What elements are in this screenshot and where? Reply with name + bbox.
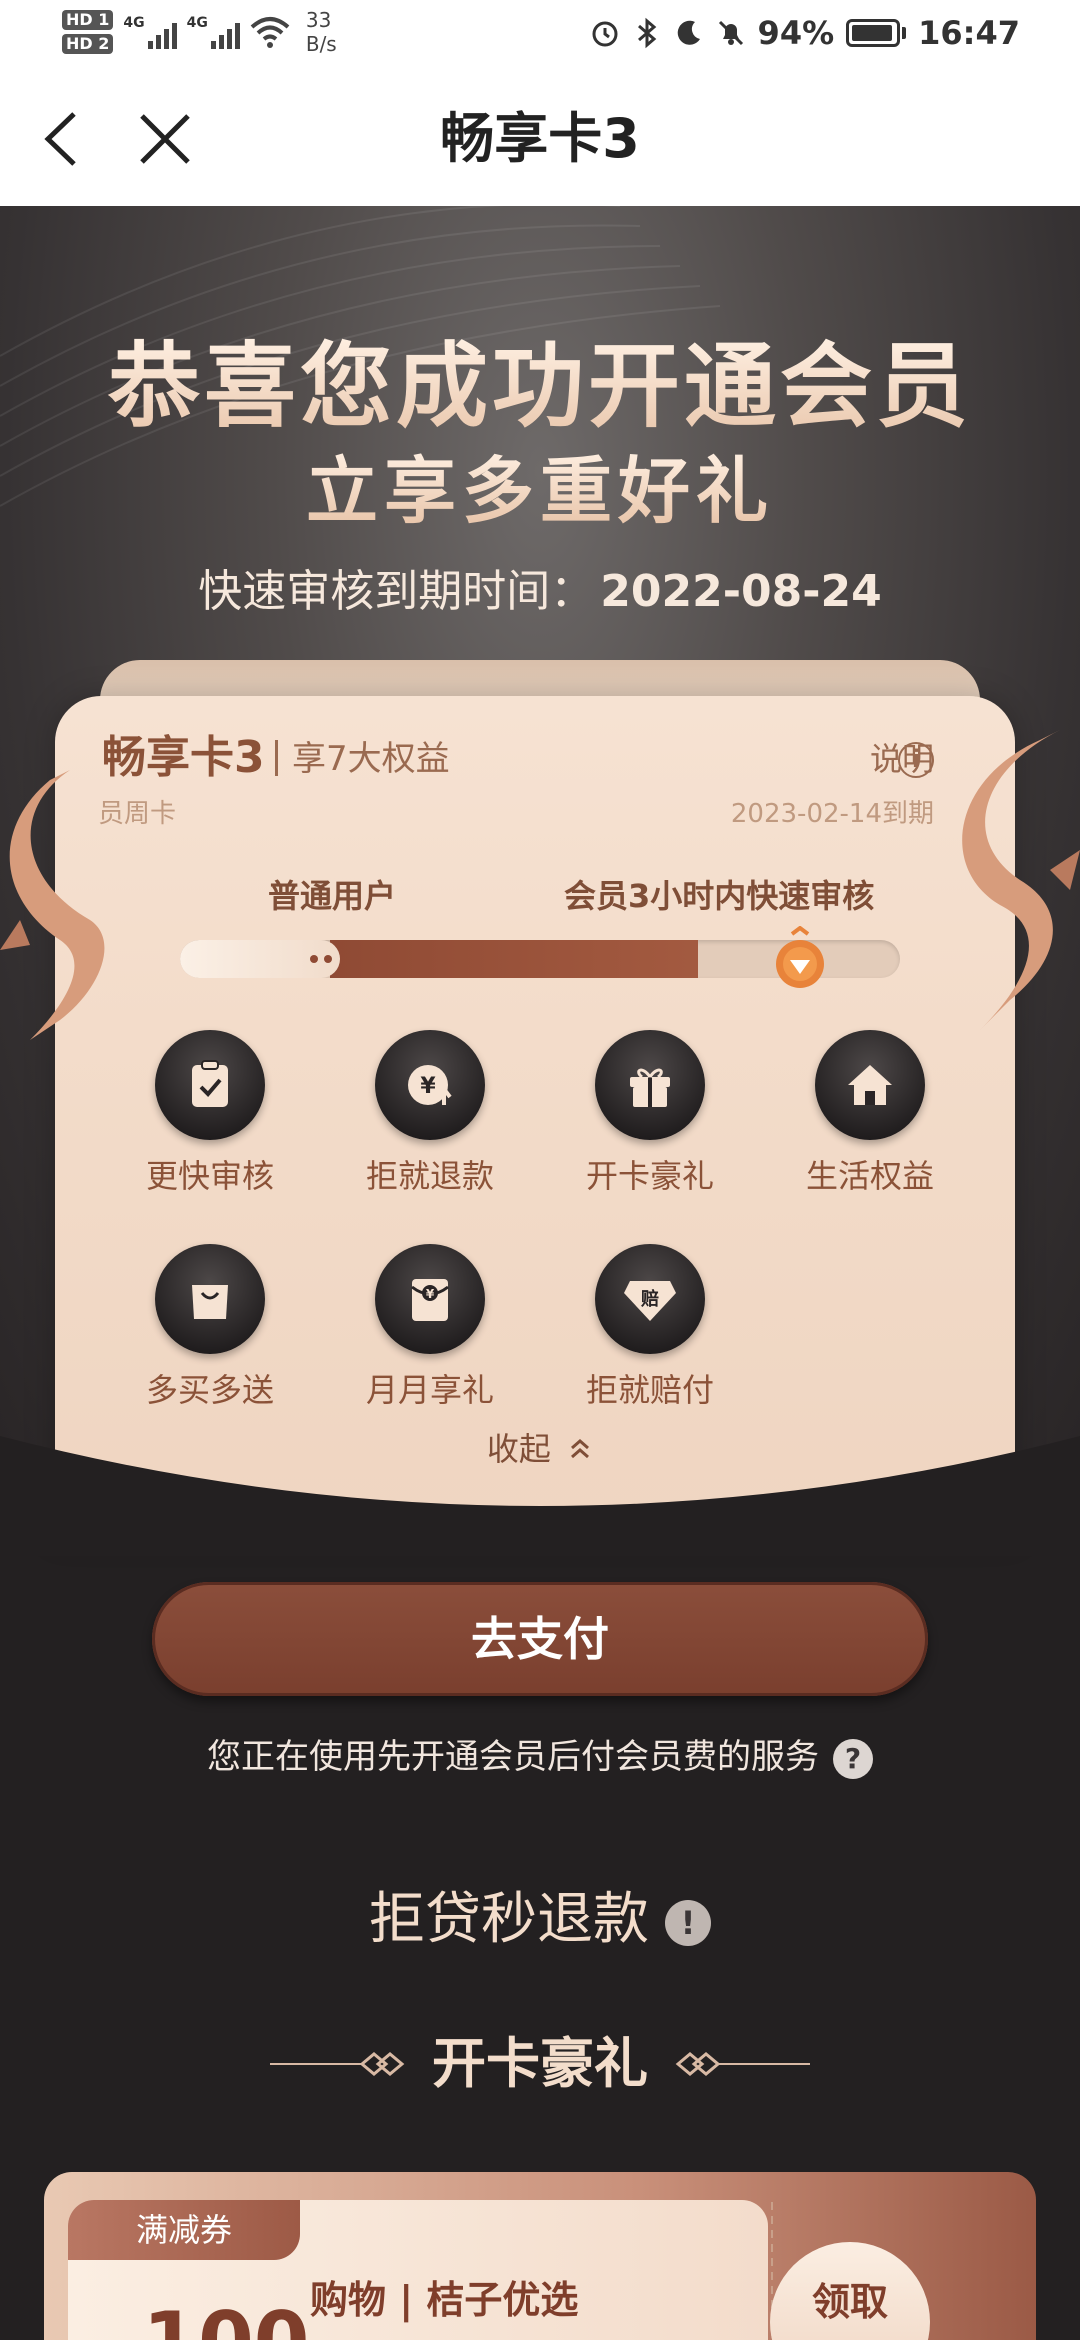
benefit-label: 开卡豪礼 (585, 1157, 714, 1195)
help-icon[interactable]: ? (833, 1738, 873, 1779)
hd1-badge: HD 1 (62, 10, 114, 30)
progress-fill (330, 940, 699, 978)
benefit-item[interactable]: 赔 拒就赔付 (540, 1244, 760, 1412)
benefit-label: 月月享礼 (365, 1371, 494, 1409)
level-left-label: 普通用户 (268, 877, 397, 915)
refund-section-title: 拒贷秒退款! (0, 1880, 1080, 1960)
hero-headline: 恭喜您成功开通会员 (0, 332, 1080, 442)
wifi-icon (250, 17, 290, 48)
progress-marker-icon (776, 926, 824, 988)
benefit-item[interactable]: ¥ 月月享礼 (320, 1244, 540, 1412)
gift-title: 开卡豪礼 (432, 2032, 648, 2095)
battery-percent: 94% (757, 14, 835, 52)
coupon-value: 100 (142, 2295, 309, 2340)
card-type: 员周卡 (98, 799, 177, 829)
bluetooth-icon (632, 17, 662, 49)
page-title: 畅享卡3 (440, 107, 640, 170)
coupon-name: 购物 | 桔子优选 (310, 2278, 579, 2322)
alarm-icon (590, 18, 620, 48)
gift-icon (595, 1030, 705, 1140)
battery-icon (846, 19, 907, 47)
collapse-toggle[interactable]: 收起 (0, 1422, 1080, 1474)
mute-bell-icon (716, 18, 746, 48)
ribbon-right-decoration (962, 730, 1080, 1030)
benefit-label: 生活权益 (805, 1157, 934, 1195)
service-note: 您正在使用先开通会员后付会员费的服务? (0, 1732, 1080, 1782)
coupon-amount: ¥100 (110, 2302, 309, 2340)
benefit-item[interactable]: 多买多送 (100, 1244, 320, 1412)
hero-subheadline: 立享多重好礼 (0, 446, 1080, 536)
svg-text:¥: ¥ (420, 1074, 436, 1099)
benefit-item[interactable]: 更快审核 (100, 1030, 320, 1198)
status-bar: HD 1 HD 2 4G 4G 33 B/s 94% 16:47 (0, 0, 1080, 72)
refund-title: 拒贷秒退款 (369, 1887, 649, 1952)
signal-1-icon: 4G (123, 15, 177, 49)
benefit-label: 多买多送 (145, 1371, 274, 1409)
yuan-refund-icon: ¥ (375, 1030, 485, 1140)
benefit-item[interactable]: 生活权益 (760, 1030, 980, 1198)
chevron-up-double-icon (571, 1439, 590, 1459)
level-right-label: 会员3小时内快速审核 (564, 877, 875, 915)
progress-dot (324, 955, 332, 963)
divider-ornament-right-icon (675, 2052, 810, 2076)
shopping-bag-icon (155, 1244, 265, 1354)
review-expiry-label: 快速审核到期时间： (198, 566, 595, 617)
service-note-text: 您正在使用先开通会员后付会员费的服务 (207, 1737, 819, 1777)
alert-icon[interactable]: ! (665, 1899, 711, 1946)
card-name: 畅享卡3 (102, 732, 265, 783)
benefit-item[interactable]: ¥ 拒就退款 (320, 1030, 540, 1198)
net-speed: 33 B/s (305, 8, 337, 56)
home-icon (815, 1030, 925, 1140)
card-benefit-count: 享7大权益 (292, 739, 450, 779)
card-divider (275, 740, 278, 776)
coupon-currency: ¥ (110, 2334, 136, 2340)
review-expiry-date: 2022-08-24 (600, 566, 882, 617)
benefit-label: 拒就退款 (365, 1157, 494, 1195)
clock: 16:47 (918, 14, 1020, 52)
svg-text:赔: 赔 (641, 1288, 659, 1310)
benefit-label: 拒就赔付 (585, 1371, 714, 1409)
nav-header: 畅享卡3 (0, 72, 1080, 206)
pay-button[interactable]: 去支付 (152, 1582, 928, 1696)
signal-2-icon: 4G (187, 15, 240, 49)
gift-section-header: 开卡豪礼 (0, 2026, 1080, 2102)
svg-text:¥: ¥ (426, 1287, 435, 1301)
info-icon[interactable]: i (898, 742, 934, 778)
clipboard-check-icon (155, 1030, 265, 1140)
red-envelope-icon: ¥ (375, 1244, 485, 1354)
benefit-item[interactable]: 开卡豪礼 (540, 1030, 760, 1198)
card-expiry: 2023-02-14到期 (730, 799, 934, 829)
moon-icon (674, 18, 704, 48)
compensation-diamond-icon: 赔 (595, 1244, 705, 1354)
hd2-badge: HD 2 (62, 34, 114, 54)
benefits-grid: 更快审核 ¥ 拒就退款 开卡豪礼 生活权益 多买多送 ¥ 月月享礼 赔 拒就赔付 (100, 1030, 980, 1412)
coupon-tag: 满减券 (68, 2200, 300, 2260)
collapse-label: 收起 (486, 1430, 551, 1468)
progress-dot (310, 955, 318, 963)
benefit-label: 更快审核 (145, 1157, 274, 1195)
review-expiry: 快速审核到期时间： 2022-08-24 (0, 562, 1080, 622)
